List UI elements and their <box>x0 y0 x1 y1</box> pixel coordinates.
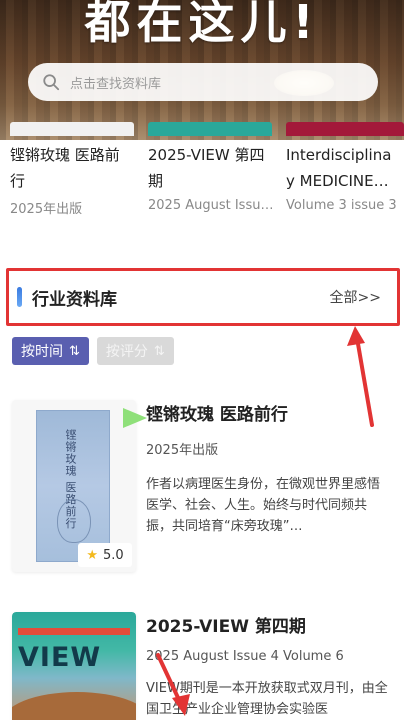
star-icon: ★ <box>86 547 98 563</box>
hero-banner: 都在这儿! 点击查找资料库 <box>0 0 404 140</box>
card-subtitle: Volume 3 issue 3 <box>286 198 397 213</box>
book-title: 2025-VIEW 第四期 <box>146 617 306 637</box>
featured-cards: 铿锵玫瑰 医路前行 2025年出版 2025-VIEW 第四期 2025 Aug… <box>0 122 404 240</box>
book-cover: VIEW <box>12 612 136 720</box>
sort-by-rating-label: 按评分 <box>105 344 148 360</box>
hero-title: 都在这儿! <box>84 0 320 49</box>
card-cover-edge <box>286 122 404 136</box>
book-description: 作者以病理医生身份，在微观世界里感悟医学、社会、人生。始终与时代同频共振，共同培… <box>146 477 381 534</box>
cover-bar <box>18 628 130 635</box>
section-title-group: 行业资料库 <box>17 285 117 310</box>
sort-arrows-icon: ⇅ <box>153 343 165 359</box>
card-cover-edge <box>148 122 272 136</box>
book-description: VIEW期刊是一本开放获取式双月刊，由全国卫生产业企业管理协会实验医 <box>146 681 388 717</box>
card-subtitle: 2025年出版 <box>10 202 83 217</box>
card-title: Interdisciplina y MEDICINE… <box>286 146 392 190</box>
featured-card[interactable]: 2025-VIEW 第四期 2025 August Issu… <box>148 122 272 240</box>
sort-controls: 按时间 ⇅ 按评分 ⇅ <box>12 337 174 365</box>
featured-card[interactable]: Interdisciplina y MEDICINE… Volume 3 iss… <box>286 122 404 240</box>
book-info: 2025-VIEW 第四期 2025 August Issue 4 Volume… <box>146 612 392 720</box>
search-bar[interactable]: 点击查找资料库 <box>28 63 378 101</box>
card-subtitle: 2025 August Issu… <box>148 198 272 213</box>
sort-arrows-icon: ⇅ <box>69 343 80 359</box>
sort-by-time-button[interactable]: 按时间 ⇅ <box>12 337 89 365</box>
cover-hill <box>12 692 136 720</box>
book-cover: 铿锵玫瑰 医路前行 ★ 5.0 <box>12 400 136 572</box>
sort-by-time-label: 按时间 <box>21 344 63 360</box>
card-cover-edge <box>10 122 134 136</box>
leaf-illustration <box>57 499 91 543</box>
cover-logo-text: VIEW <box>18 642 102 673</box>
card-title: 2025-VIEW 第四期 <box>148 146 265 190</box>
search-icon <box>43 74 60 91</box>
book-subtitle: 2025年出版 <box>146 443 219 458</box>
featured-card[interactable]: 铿锵玫瑰 医路前行 2025年出版 <box>10 122 134 240</box>
book-cover-image: 铿锵玫瑰 医路前行 <box>36 410 110 562</box>
book-info: 铿锵玫瑰 医路前行 2025年出版 作者以病理医生身份，在微观世界里感悟医学、社… <box>146 400 392 537</box>
view-all-link[interactable]: 全部>> <box>330 287 381 307</box>
search-placeholder: 点击查找资料库 <box>70 76 162 92</box>
card-title: 铿锵玫瑰 医路前行 <box>10 146 120 190</box>
new-flag-icon <box>123 408 147 428</box>
rating-badge: ★ 5.0 <box>78 543 132 567</box>
sort-by-rating-button[interactable]: 按评分 ⇅ <box>96 337 174 365</box>
book-cover-image: VIEW <box>12 612 136 720</box>
section-header: 行业资料库 全部>> <box>6 268 400 326</box>
section-title: 行业资料库 <box>32 289 117 310</box>
book-title: 铿锵玫瑰 医路前行 <box>146 405 288 425</box>
rating-value: 5.0 <box>102 547 124 563</box>
book-subtitle: 2025 August Issue 4 Volume 6 <box>146 649 344 664</box>
book-item[interactable]: 铿锵玫瑰 医路前行 ★ 5.0 铿锵玫瑰 医路前行 2025年出版 作者以病理医… <box>12 400 392 575</box>
section-accent-bar <box>17 287 22 307</box>
book-item[interactable]: VIEW 2025-VIEW 第四期 2025 August Issue 4 V… <box>12 612 392 720</box>
